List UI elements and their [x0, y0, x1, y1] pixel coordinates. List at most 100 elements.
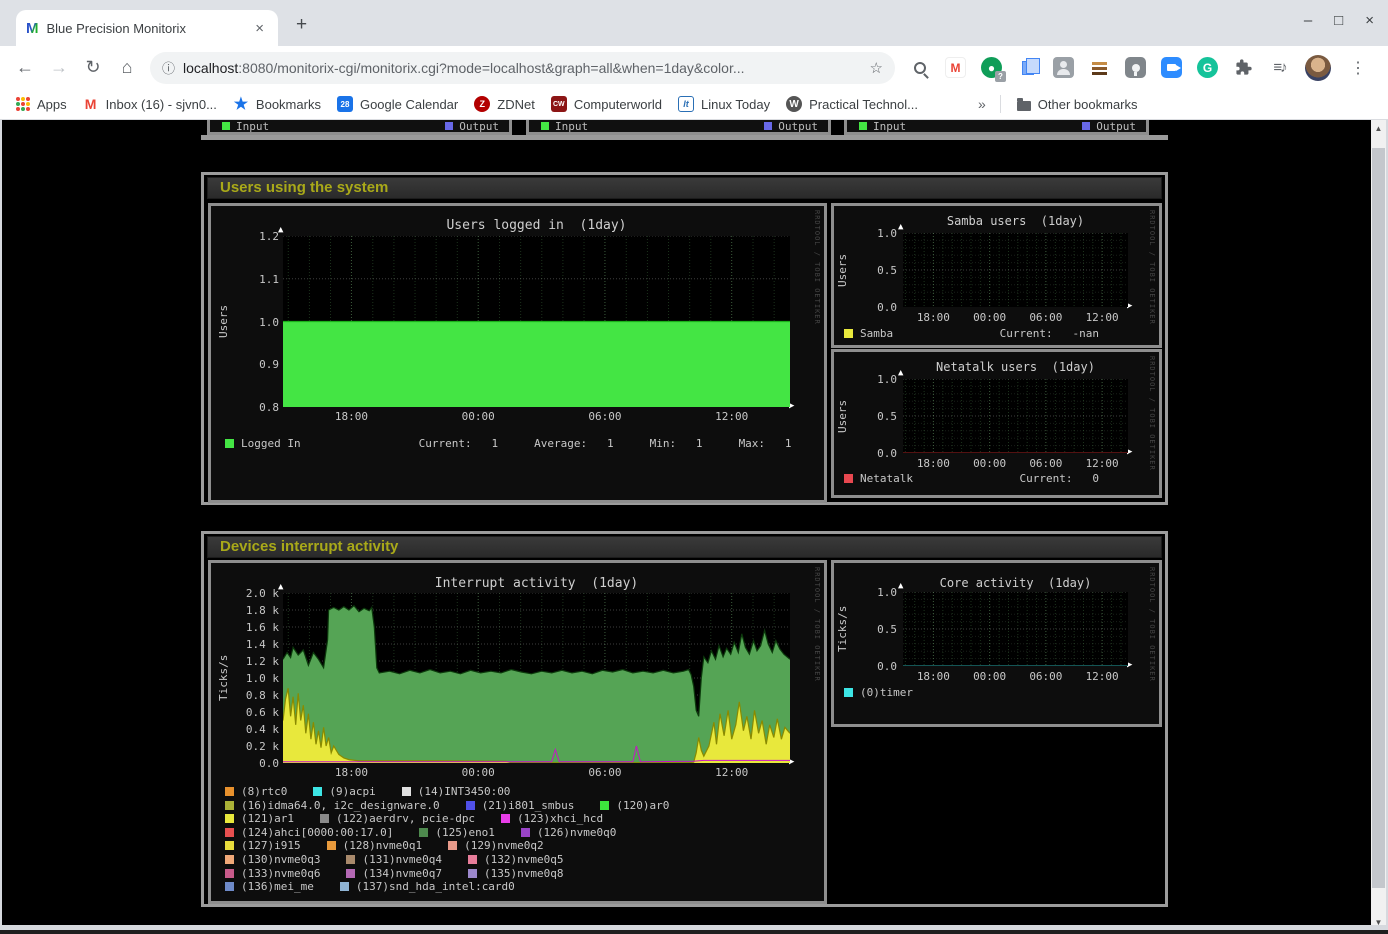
legend-item: Logged In	[225, 437, 301, 450]
y-tick-label: 0.0	[851, 447, 897, 460]
window-maximize-button[interactable]: □	[1334, 12, 1343, 29]
x-tick-label: 00:00	[970, 670, 1010, 683]
new-tab-button[interactable]: +	[296, 14, 307, 36]
legend-label: Logged In	[241, 437, 301, 450]
y-tick-label: 0.0	[851, 660, 897, 673]
site-info-icon[interactable]: ⓘ	[162, 58, 175, 77]
plot-area	[283, 593, 790, 763]
bookmark-apps[interactable]: Apps	[16, 97, 67, 112]
bookmark-google-calendar[interactable]: 28 Google Calendar	[337, 96, 458, 112]
partial-network-section: Input Output Input Output Input Output	[201, 120, 1168, 140]
y-tick-label: 0.2 k	[233, 740, 279, 753]
legend-item: (21)i801_smbus	[466, 799, 575, 812]
apps-grid-icon	[16, 97, 30, 111]
voice-icon[interactable]: ●?	[981, 57, 1002, 78]
legend-swatch	[320, 814, 329, 823]
stack-icon[interactable]	[1089, 57, 1110, 78]
gmail-icon[interactable]: M	[945, 57, 966, 78]
y-axis-arrow-icon: ▲	[278, 582, 283, 592]
y-tick-label: 0.9	[233, 358, 279, 371]
y-axis-label: Users	[836, 233, 849, 307]
back-button[interactable]: ←	[8, 57, 42, 78]
plot-area	[283, 236, 790, 407]
interrupt-activity-graph[interactable]: Interrupt activity (1day)Ticks/s2.0 k1.8…	[208, 560, 827, 904]
core-activity-graph[interactable]: Core activity (1day)Ticks/s1.00.50.018:0…	[831, 560, 1162, 727]
legend-row: (130)nvme0q3(131)nvme0q4(132)nvme0q5	[225, 853, 816, 866]
legend-swatch	[313, 787, 322, 796]
samba-users-graph[interactable]: Samba users (1day)Users1.00.50.018:0000:…	[831, 203, 1162, 348]
address-bar[interactable]: ⓘ localhost:8080/monitorix-cgi/monitorix…	[150, 52, 895, 84]
bookmark-zdnet[interactable]: Z ZDNet	[474, 96, 535, 112]
grammarly-icon[interactable]: G	[1197, 57, 1218, 78]
legend-item: (123)xhci_hcd	[501, 812, 603, 825]
url-text[interactable]: localhost:8080/monitorix-cgi/monitorix.c…	[183, 60, 862, 76]
x-tick-label: 18:00	[913, 670, 953, 683]
bookmark-linux-today[interactable]: lt Linux Today	[678, 96, 770, 112]
other-bookmarks[interactable]: Other bookmarks	[1017, 97, 1138, 112]
legend-row: (8)rtc0(9)acpi(14)INT3450:00	[225, 785, 816, 798]
search-icon[interactable]	[909, 57, 930, 78]
x-tick-label: 12:00	[1082, 311, 1122, 324]
legend-label: (120)ar0	[616, 799, 669, 812]
legend-item: (121)ar1	[225, 812, 294, 825]
partial-graph-panel[interactable]: Input Output	[526, 120, 831, 135]
window-close-button[interactable]: ×	[1365, 12, 1374, 29]
partial-graph-panel[interactable]: Input Output	[207, 120, 512, 135]
legend-swatch	[225, 841, 234, 850]
bookmark-inbox[interactable]: M Inbox (16) - sjvn0...	[83, 96, 217, 112]
legend-row: Logged InCurrent: 1Average: 1Min: 1Max: …	[225, 437, 816, 450]
profile-avatar[interactable]	[1305, 55, 1331, 81]
reload-button[interactable]: ↻	[76, 57, 110, 78]
legend-label: (14)INT3450:00	[418, 785, 511, 798]
legend-item: (134)nvme0q7	[346, 867, 441, 880]
voice-badge: ?	[995, 71, 1006, 82]
legend-label: (121)ar1	[241, 812, 294, 825]
x-tick-label: 06:00	[1026, 457, 1066, 470]
bookmark-star-icon[interactable]: ☆	[870, 59, 883, 77]
tab-title: Blue Precision Monitorix	[47, 21, 252, 36]
forward-button[interactable]: →	[42, 57, 76, 78]
copy-icon[interactable]	[1017, 57, 1038, 78]
tab-close-icon[interactable]: ×	[251, 20, 268, 37]
browser-tab[interactable]: M Blue Precision Monitorix ×	[16, 10, 278, 46]
scrollbar-thumb[interactable]	[1372, 148, 1385, 888]
folder-icon	[1017, 101, 1031, 111]
legend-swatch	[521, 828, 530, 837]
page-scrollbar[interactable]: ▲ ▼	[1371, 120, 1386, 930]
zoom-camera-icon[interactable]	[1161, 57, 1182, 78]
users-logged-in-graph[interactable]: Users logged in (1day)Users1.21.11.00.90…	[208, 203, 827, 503]
legend-row: (16)idma64.0, i2c_designware.0 (21)i801_s…	[225, 799, 816, 812]
tab-strip: M Blue Precision Monitorix × + – □ ×	[0, 0, 1388, 46]
y-tick-label: 1.2	[233, 230, 279, 243]
legend-swatch	[225, 814, 234, 823]
bookmark-practical-technology[interactable]: W Practical Technol...	[786, 96, 918, 112]
legend-swatch	[466, 801, 475, 810]
reading-list-icon[interactable]: ≡♪	[1269, 57, 1290, 78]
bookmarks-overflow-chevron[interactable]: »	[978, 96, 986, 112]
window-minimize-button[interactable]: –	[1304, 12, 1312, 29]
y-tick-label: 1.8 k	[233, 604, 279, 617]
person-icon[interactable]	[1053, 57, 1074, 78]
browser-menu-icon[interactable]: ⋮	[1350, 58, 1366, 78]
extensions-puzzle-icon[interactable]	[1233, 57, 1254, 78]
y-tick-label: 1.2 k	[233, 655, 279, 668]
bookmark-bookmarks[interactable]: ★ Bookmarks	[233, 96, 321, 112]
y-tick-label: 0.5	[851, 623, 897, 636]
legend-label: (135)nvme0q8	[484, 867, 563, 880]
output-legend-label: Output	[459, 120, 499, 133]
partial-graph-panel[interactable]: Input Output	[844, 120, 1149, 135]
netatalk-users-graph[interactable]: Netatalk users (1day)Users1.00.50.018:00…	[831, 349, 1162, 498]
legend-item: (16)idma64.0, i2c_designware.0	[225, 799, 440, 812]
output-legend-swatch	[1082, 122, 1090, 130]
x-tick-label: 12:00	[1082, 670, 1122, 683]
bookmark-computerworld[interactable]: CW Computerworld	[551, 96, 662, 112]
x-tick-label: 06:00	[585, 410, 625, 423]
home-button[interactable]: ⌂	[110, 57, 144, 78]
x-tick-label: 12:00	[712, 410, 752, 423]
users-section: Users using the system Users logged in (…	[201, 172, 1168, 505]
legend-label: (124)ahci[0000:00:17.0]	[241, 826, 393, 839]
y-axis-label: Ticks/s	[217, 593, 230, 763]
lamp-icon[interactable]	[1125, 57, 1146, 78]
scrollbar-up-arrow[interactable]: ▲	[1371, 120, 1386, 136]
legend-item: (129)nvme0q2	[448, 839, 543, 852]
